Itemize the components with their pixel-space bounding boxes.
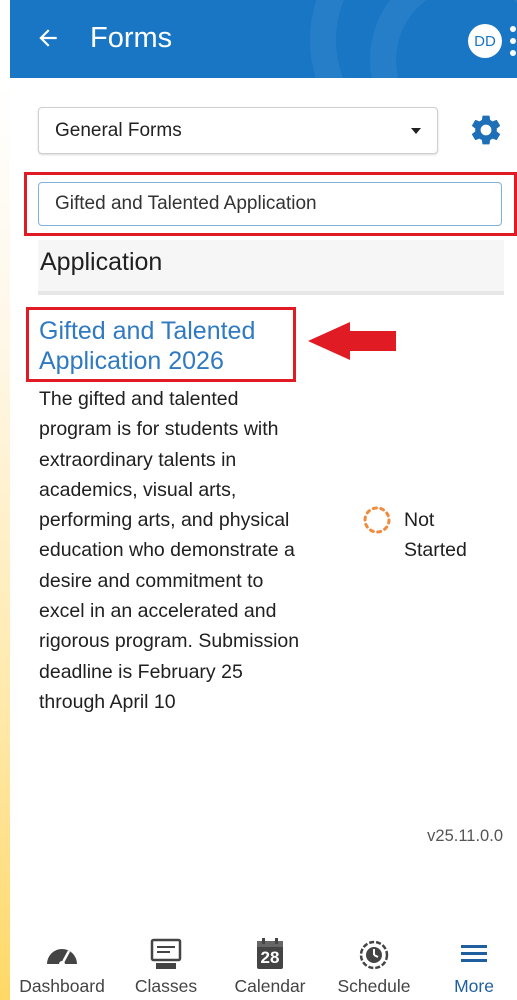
avatar[interactable]: DD — [468, 24, 502, 58]
form-category-value: General Forms — [55, 120, 182, 141]
highlight-box-form-title — [26, 307, 296, 382]
form-status: Not Started — [362, 505, 502, 565]
section-header: Application — [38, 240, 504, 295]
status-label: Not Started — [404, 509, 467, 561]
speedometer-icon — [47, 949, 77, 967]
kebab-menu-icon[interactable] — [508, 26, 517, 56]
nav-label: More — [454, 976, 494, 996]
not-started-dotted-circle-icon — [363, 506, 391, 534]
nav-more[interactable]: More — [434, 930, 514, 1000]
nav-label: Dashboard — [19, 976, 105, 996]
classroom-board-icon — [150, 938, 182, 969]
nav-label: Schedule — [337, 976, 411, 996]
calendar-day: 28 — [260, 948, 280, 967]
section-title: Application — [40, 248, 163, 276]
back-button[interactable] — [32, 20, 64, 56]
nav-schedule[interactable]: Schedule — [324, 930, 424, 1000]
left-edge-strip — [0, 78, 10, 1000]
hamburger-menu-icon — [461, 945, 487, 962]
red-arrow-left-icon — [308, 322, 396, 360]
calendar-icon: 28 — [252, 936, 288, 972]
nav-label: Classes — [134, 976, 198, 996]
clock-icon — [359, 940, 389, 970]
app-version: v25.11.0.0 — [427, 827, 503, 845]
page-title: Forms — [90, 22, 173, 54]
gear-icon[interactable] — [468, 112, 504, 148]
caret-down-icon — [411, 128, 421, 134]
form-category-select[interactable]: General Forms — [38, 107, 438, 154]
form-description: The gifted and talented program is for s… — [39, 388, 300, 713]
nav-label: Calendar — [234, 976, 306, 996]
nav-dashboard[interactable]: Dashboard — [10, 930, 114, 1000]
highlight-box-search — [24, 172, 517, 236]
nav-calendar[interactable]: 28 Calendar — [218, 930, 322, 1000]
arrow-left-icon — [39, 29, 57, 47]
nav-classes[interactable]: Classes — [118, 930, 214, 1000]
app-bar: Forms DD — [10, 0, 517, 78]
bottom-navigation: Dashboard Classes 28 Calendar Schedule M… — [10, 930, 517, 1000]
